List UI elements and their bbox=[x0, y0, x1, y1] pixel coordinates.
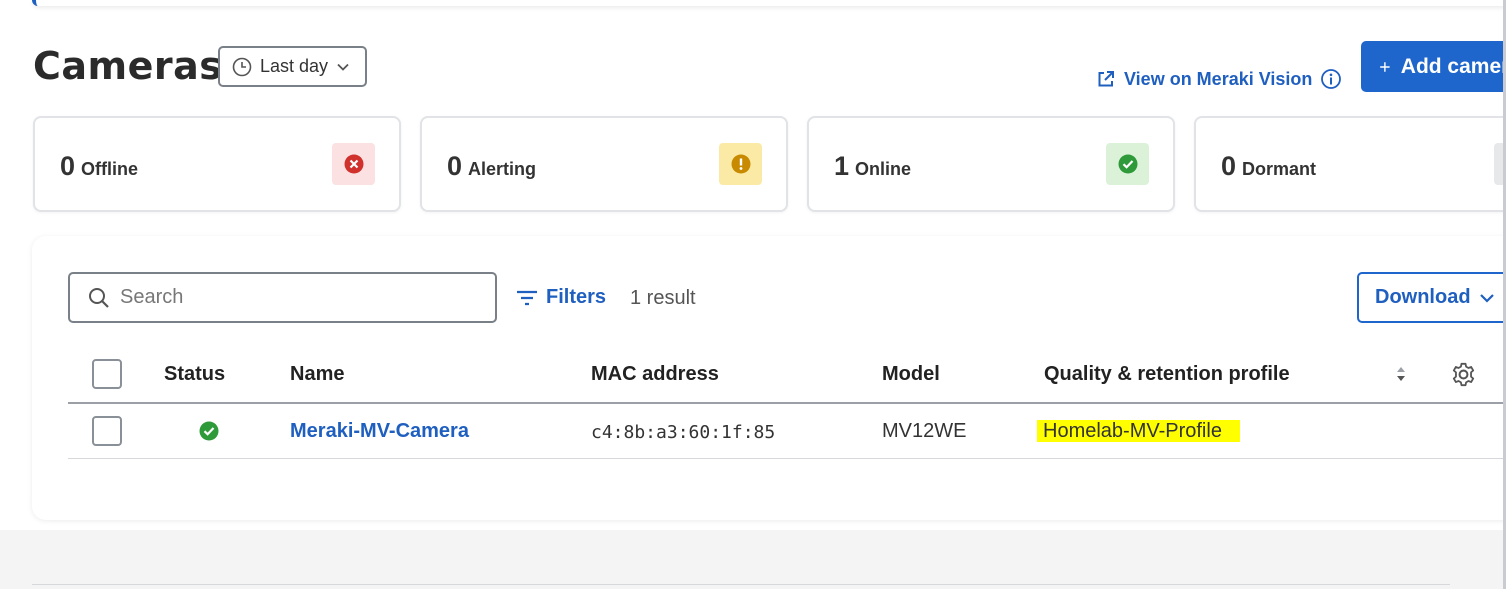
x-circle-icon bbox=[344, 154, 363, 174]
online-label: Online bbox=[855, 159, 912, 179]
offline-badge bbox=[332, 143, 375, 185]
profile-cell: Homelab-MV-Profile bbox=[1037, 420, 1240, 443]
stat-card-offline[interactable]: 0 Offline bbox=[33, 116, 401, 212]
time-range-dropdown[interactable]: Last day bbox=[218, 46, 367, 87]
row-checkbox[interactable] bbox=[92, 416, 122, 446]
search-box[interactable] bbox=[68, 272, 497, 323]
footer-divider bbox=[32, 584, 1450, 585]
column-header-model[interactable]: Model bbox=[882, 363, 940, 386]
alerting-count: 0 bbox=[447, 151, 463, 181]
offline-count: 0 bbox=[60, 151, 76, 181]
profile-name[interactable]: Homelab-MV-Profile bbox=[1037, 420, 1240, 442]
camera-name-link[interactable]: Meraki-MV-Camera bbox=[290, 420, 469, 443]
column-header-mac[interactable]: MAC address bbox=[591, 363, 719, 386]
table-row-divider bbox=[68, 458, 1506, 459]
check-circle-icon bbox=[1118, 154, 1137, 174]
external-link-icon bbox=[1098, 71, 1114, 87]
column-header-name[interactable]: Name bbox=[290, 363, 344, 386]
filters-label: Filters bbox=[546, 286, 607, 308]
exclamation-circle-icon bbox=[731, 154, 750, 174]
clock-icon bbox=[232, 57, 252, 76]
filter-icon bbox=[517, 290, 537, 305]
add-camera-button[interactable]: Add camera bbox=[1361, 41, 1506, 92]
add-camera-label: Add camera bbox=[1400, 54, 1506, 78]
search-icon bbox=[89, 287, 109, 308]
online-badge bbox=[1106, 143, 1149, 185]
view-on-meraki-vision-label: View on Meraki Vision bbox=[1124, 68, 1313, 89]
page-footer-area bbox=[0, 530, 1506, 589]
page-title: Cameras bbox=[33, 44, 223, 88]
mac-address: c4:8b:a3:60:1f:85 bbox=[591, 422, 776, 443]
dormant-count: 0 bbox=[1221, 151, 1237, 181]
alerting-badge bbox=[719, 143, 762, 185]
column-header-profile[interactable]: Quality & retention profile bbox=[1044, 363, 1290, 386]
chevron-down-icon bbox=[1479, 293, 1494, 303]
download-button[interactable]: Download bbox=[1357, 272, 1506, 323]
alerting-label: Alerting bbox=[468, 159, 537, 179]
search-input[interactable] bbox=[120, 286, 480, 309]
stat-card-alerting[interactable]: 0 Alerting bbox=[420, 116, 788, 212]
stat-card-dormant[interactable]: 0 Dormant bbox=[1194, 116, 1506, 212]
download-label: Download bbox=[1375, 286, 1471, 308]
column-header-status[interactable]: Status bbox=[164, 363, 225, 386]
result-count: 1 result bbox=[630, 287, 696, 309]
sort-icon[interactable] bbox=[1395, 363, 1407, 385]
gear-icon[interactable] bbox=[1450, 361, 1477, 388]
online-count: 1 bbox=[834, 151, 850, 181]
camera-model: MV12WE bbox=[882, 420, 967, 442]
table-header-divider bbox=[68, 402, 1506, 404]
dormant-label: Dormant bbox=[1242, 159, 1317, 179]
plus-icon bbox=[1380, 61, 1390, 72]
view-on-meraki-vision-link[interactable]: View on Meraki Vision bbox=[1096, 68, 1342, 90]
offline-label: Offline bbox=[81, 159, 139, 179]
time-range-value: Last day bbox=[260, 56, 329, 76]
chevron-down-icon bbox=[337, 63, 349, 71]
stat-card-online[interactable]: 1 Online bbox=[807, 116, 1175, 212]
filters-button[interactable]: Filters bbox=[516, 286, 606, 309]
select-all-checkbox[interactable] bbox=[92, 359, 122, 389]
status-online-icon bbox=[199, 421, 219, 441]
top-banner-edge bbox=[32, 0, 1506, 6]
info-icon[interactable] bbox=[1320, 68, 1342, 90]
